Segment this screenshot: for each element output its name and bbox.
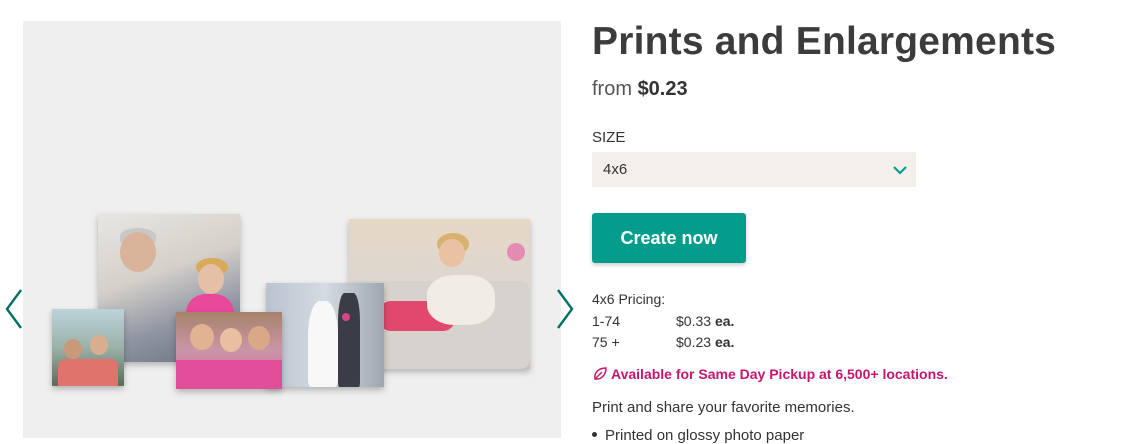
product-image-gallery	[0, 0, 585, 438]
price-prefix: from	[592, 78, 632, 100]
chevron-right-icon[interactable]	[554, 287, 576, 331]
chevron-down-icon	[892, 162, 908, 178]
pricing-amount: $0.33 ea.	[676, 313, 734, 329]
leaf-icon	[592, 366, 608, 382]
pickup-text: Available for Same Day Pickup at 6,500+ …	[611, 366, 948, 382]
pricing-qty: 75 +	[592, 334, 620, 350]
bullet-dot	[592, 432, 597, 437]
same-day-pickup-notice: Available for Same Day Pickup at 6,500+ …	[592, 366, 948, 382]
size-label: SIZE	[592, 129, 626, 146]
photo-couple	[52, 309, 124, 386]
product-description: Print and share your favorite memories.	[592, 399, 855, 416]
feature-text: Printed on glossy photo paper	[605, 427, 805, 444]
size-select[interactable]: 4x6	[592, 152, 916, 187]
pricing-title: 4x6 Pricing:	[592, 291, 666, 307]
create-now-button[interactable]: Create now	[592, 213, 746, 263]
feature-bullet: Printed on glossy photo paper	[592, 427, 804, 444]
pricing-price: $0.23	[676, 334, 712, 350]
size-selected-value: 4x6	[603, 161, 628, 178]
chevron-left-icon[interactable]	[3, 287, 25, 331]
photo-friends	[176, 312, 282, 389]
pricing-qty: 1-74	[592, 313, 621, 329]
photo-wedding-couple	[266, 283, 384, 387]
price-value: $0.23	[637, 78, 688, 100]
product-title: Prints and Enlargements	[592, 20, 1057, 63]
pricing-price: $0.33	[676, 313, 712, 329]
pricing-amount: $0.23 ea.	[676, 334, 734, 350]
pricing-unit: ea.	[714, 313, 735, 329]
product-price: from $0.23	[592, 78, 688, 101]
pricing-unit: ea.	[714, 334, 735, 350]
